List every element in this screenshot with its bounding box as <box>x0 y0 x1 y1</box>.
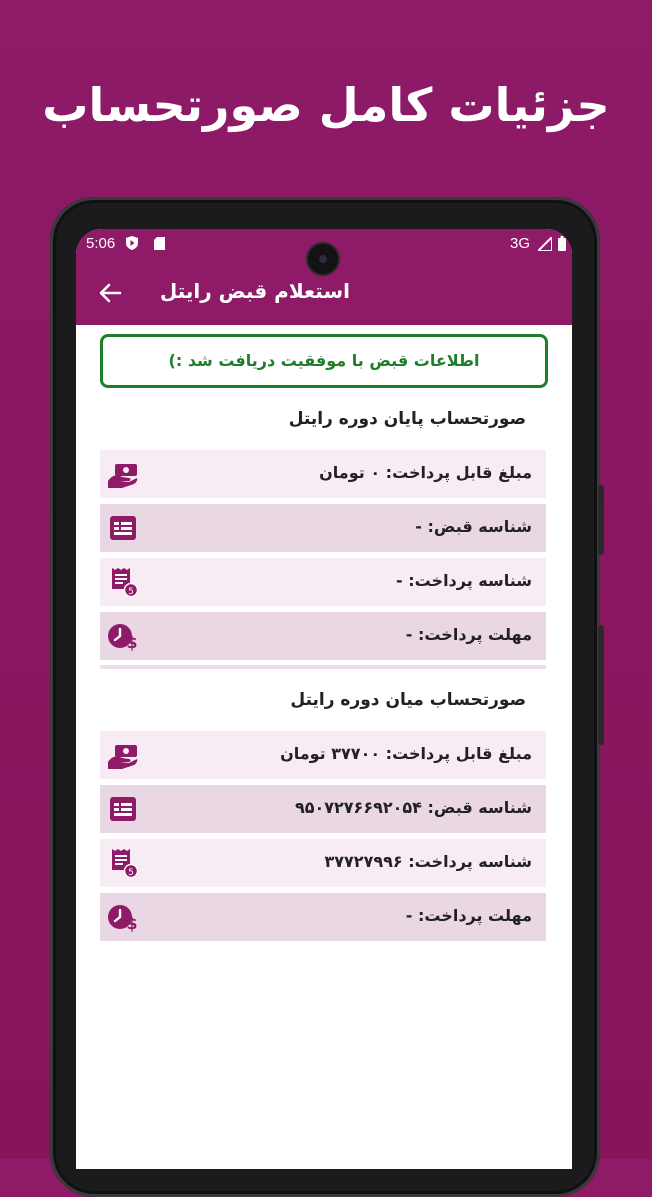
row-payable-amount: مبلغ قابل پرداخت: ۰ تومان <box>100 450 546 498</box>
clock-dollar-icon: $ <box>108 905 138 932</box>
power-button <box>598 625 604 745</box>
row-label: مبلغ قابل پرداخت: ۰ تومان <box>319 463 532 482</box>
signal-icon <box>538 237 552 251</box>
row-payment-id: شناسه پرداخت: ۳۷۷۲۷۹۹۶ 5 <box>100 839 546 887</box>
back-arrow-icon[interactable] <box>96 279 124 307</box>
row-bill-id: شناسه قبض: ۹۵۰۷۲۷۶۶۹۲۰۵۴ <box>100 785 546 833</box>
receipt-icon: 5 <box>112 568 139 597</box>
row-label: شناسه پرداخت: - <box>395 571 532 590</box>
svg-text:$: $ <box>126 633 137 651</box>
row-label: شناسه پرداخت: ۳۷۷۲۷۹۹۶ <box>324 852 533 871</box>
front-camera <box>308 244 338 274</box>
svg-text:$: $ <box>126 914 137 932</box>
svg-text:5: 5 <box>128 587 134 597</box>
page-title: استعلام قبض رایتل <box>159 279 350 303</box>
row-label: شناسه قبض: ۹۵۰۷۲۷۶۶۹۲۰۵۴ <box>294 798 532 817</box>
row-payable-amount: مبلغ قابل پرداخت: ۳۷۷۰۰ تومان <box>100 731 546 779</box>
section-title-end-period: صورتحساب پایان دوره رایتل <box>288 409 526 429</box>
money-hand-icon <box>108 745 138 769</box>
app-screen: 5:06 3G استعلام قبض رایتل اطلاعات قبض با… <box>76 229 572 1169</box>
receipt-icon: 5 <box>112 849 139 878</box>
row-due-date: مهلت پرداخت: - $ <box>100 893 546 941</box>
bill-card-icon <box>110 797 136 821</box>
row-label: مهلت پرداخت: - <box>405 625 532 644</box>
row-label: مهلت پرداخت: - <box>405 906 532 925</box>
row-bill-id: شناسه قبض: - <box>100 504 546 552</box>
row-payment-id: شناسه پرداخت: - 5 <box>100 558 546 606</box>
section-title-mid-period: صورتحساب میان دوره رایتل <box>290 690 526 710</box>
promo-headline: جزئیات کامل صورتحساب <box>42 78 610 132</box>
play-protect-icon <box>126 236 138 250</box>
success-banner: اطلاعات قبض با موفقیت دریافت شد :) <box>100 334 548 388</box>
svg-text:5: 5 <box>128 868 134 878</box>
row-label: مبلغ قابل پرداخت: ۳۷۷۰۰ تومان <box>280 744 532 763</box>
row-label: شناسه قبض: - <box>415 517 532 536</box>
volume-button <box>598 485 604 555</box>
clock-dollar-icon: $ <box>108 624 138 651</box>
battery-icon <box>558 236 566 251</box>
sim-card-icon <box>154 237 165 250</box>
bill-card-icon <box>110 516 136 540</box>
section-divider <box>100 665 546 669</box>
status-time: 5:06 <box>86 235 116 252</box>
network-type: 3G <box>509 235 530 252</box>
row-due-date: مهلت پرداخت: - $ <box>100 612 546 660</box>
app-bar: 5:06 3G استعلام قبض رایتل <box>76 229 572 325</box>
money-hand-icon <box>108 464 138 488</box>
